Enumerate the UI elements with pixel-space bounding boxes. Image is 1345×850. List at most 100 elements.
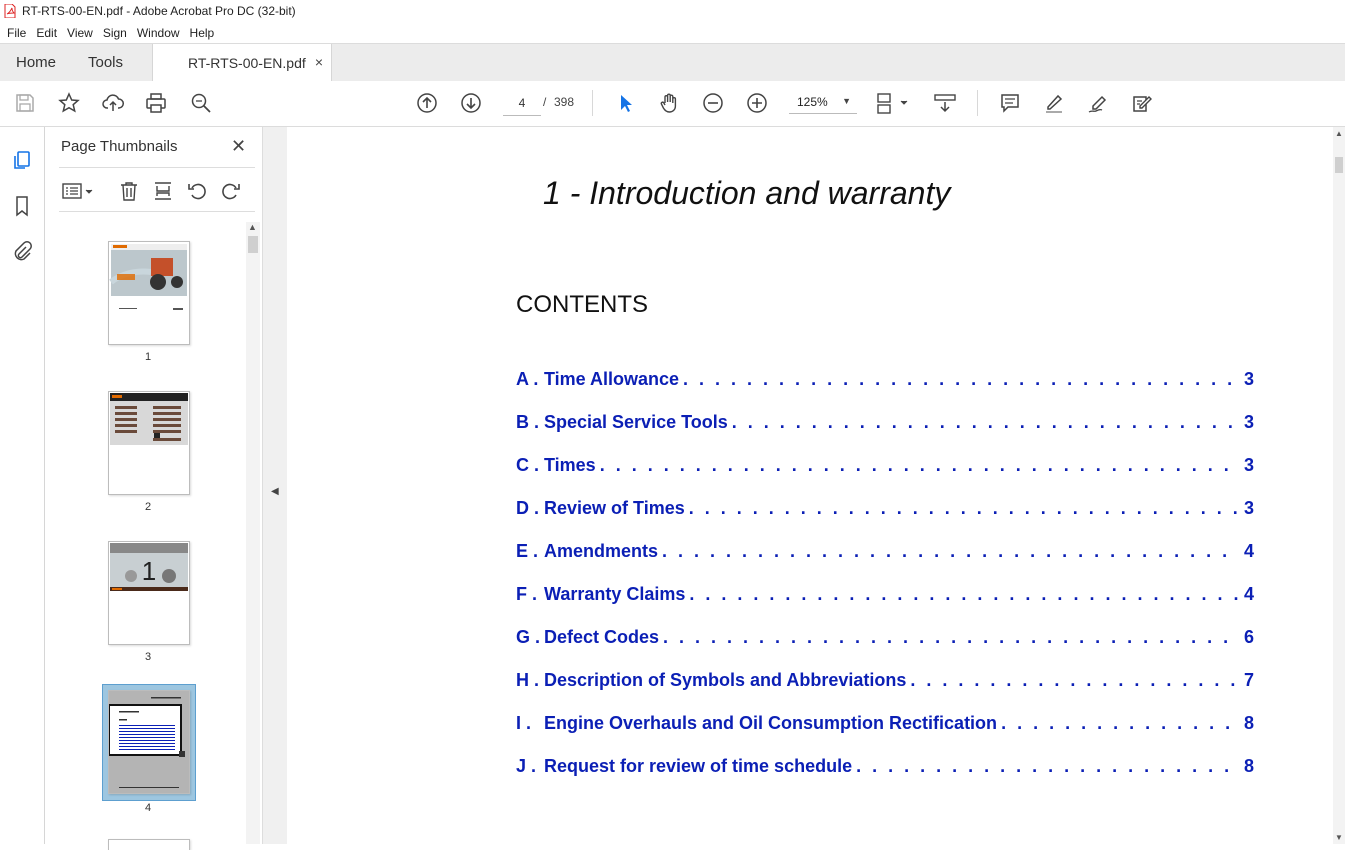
toc-letter: F . xyxy=(516,584,537,604)
page-display-icon[interactable] xyxy=(875,91,911,115)
tab-document-label: RT-RTS-00-EN.pdf xyxy=(188,55,306,71)
menu-help[interactable]: Help xyxy=(190,26,215,40)
toc-entry[interactable]: G . Defect Codes . . . . . . . . . . . .… xyxy=(516,624,1254,648)
bookmark-star-icon[interactable] xyxy=(57,91,81,115)
scroll-up-icon[interactable]: ▲ xyxy=(1335,129,1343,138)
toc-entry[interactable]: J . Request for review of time schedule … xyxy=(516,753,1254,777)
toc-title: Engine Overhauls and Oil Consumption Rec… xyxy=(544,713,998,733)
page-thumbnail[interactable] xyxy=(108,241,190,345)
toc-letter: A . xyxy=(516,369,539,389)
scroll-icon[interactable] xyxy=(933,91,957,115)
options-menu-icon[interactable] xyxy=(61,179,95,203)
select-cursor-icon[interactable] xyxy=(613,91,637,115)
toc-page: 4 xyxy=(1243,584,1254,604)
sign-icon[interactable] xyxy=(1086,91,1110,115)
collapse-panel-icon[interactable]: ◀ xyxy=(271,486,279,497)
comment-icon[interactable] xyxy=(998,91,1022,115)
toc-entry[interactable]: B . Special Service Tools . . . . . . . … xyxy=(516,409,1254,433)
toc-entry[interactable]: F . Warranty Claims . . . . . . . . . . … xyxy=(516,581,1254,605)
toc-leader: . . . . . . . . . . . . . . . . . . . . … xyxy=(662,541,1238,561)
scrollbar-thumb[interactable] xyxy=(248,236,258,253)
menu-sign[interactable]: Sign xyxy=(103,26,127,40)
page-thumbnails-icon[interactable] xyxy=(10,148,34,172)
hand-icon[interactable] xyxy=(657,91,681,115)
zoom-select[interactable]: 125% ▼ xyxy=(789,91,857,114)
toc-leader: . . . . . . . . . . . . . . . . . . . . … xyxy=(599,455,1238,475)
tab-document[interactable]: RT-RTS-00-EN.pdf × xyxy=(152,44,332,82)
menu-edit[interactable]: Edit xyxy=(36,26,57,40)
scrollbar-thumb[interactable] xyxy=(1335,157,1343,173)
page-thumbnail-current[interactable] xyxy=(108,690,190,794)
toc-entry[interactable]: E . Amendments . . . . . . . . . . . . .… xyxy=(516,538,1254,562)
toc-letter: D . xyxy=(516,498,540,518)
toc-leader: . . . . . . . . . . . . . . . . . . . . … xyxy=(856,756,1238,776)
toc-entry[interactable]: C . Times . . . . . . . . . . . . . . . … xyxy=(516,452,1254,476)
attachment-icon[interactable] xyxy=(10,239,34,263)
bookmark-icon[interactable] xyxy=(10,194,34,218)
thumbnail-scrollbar[interactable]: ▲ xyxy=(246,222,260,844)
page-thumbnail[interactable] xyxy=(108,839,190,850)
toc-letter: B . xyxy=(516,412,540,432)
document-page: 1 - Introduction and warranty CONTENTS A… xyxy=(287,127,1333,844)
search-zoom-icon[interactable] xyxy=(189,91,213,115)
rotate-right-icon[interactable] xyxy=(219,179,243,203)
toolbar xyxy=(0,81,1345,127)
toc-title: Review of Times xyxy=(544,498,685,518)
tab-home[interactable]: Home xyxy=(16,44,56,81)
toc-entry[interactable]: I . Engine Overhauls and Oil Consumption… xyxy=(516,710,1254,734)
tab-bar: Home Tools RT-RTS-00-EN.pdf × xyxy=(0,43,1345,82)
close-icon[interactable]: ✕ xyxy=(231,136,246,157)
zoom-out-icon[interactable] xyxy=(701,91,725,115)
print-icon[interactable] xyxy=(144,91,168,115)
tab-close-icon[interactable]: × xyxy=(315,54,323,70)
page-number-input[interactable] xyxy=(503,91,541,116)
upload-icon[interactable] xyxy=(101,91,125,115)
menu-view[interactable]: View xyxy=(67,26,93,40)
prev-page-icon[interactable] xyxy=(415,91,439,115)
zoom-value: 125% xyxy=(797,95,828,109)
toc-entry[interactable]: D . Review of Times . . . . . . . . . . … xyxy=(516,495,1254,519)
save-icon[interactable] xyxy=(13,91,37,115)
toc-leader: . . . . . . . . . . . . . . . . . . . . … xyxy=(1001,713,1238,733)
document-scrollbar[interactable]: ▲ ▼ xyxy=(1333,127,1345,844)
menu-bar: File Edit View Sign Window Help xyxy=(0,22,1345,43)
highlight-icon[interactable] xyxy=(1042,91,1066,115)
zoom-in-icon[interactable] xyxy=(745,91,769,115)
toc-page: 3 xyxy=(1243,498,1254,518)
toc-entry[interactable]: H . Description of Symbols and Abbreviat… xyxy=(516,667,1254,691)
divider xyxy=(59,167,255,168)
toc-title: Times xyxy=(544,455,596,475)
toc-leader: . . . . . . . . . . . . . . . . . . . . … xyxy=(683,369,1238,389)
thumbnail-image: 1 xyxy=(110,543,188,591)
toc-leader: . . . . . . . . . . . . . . . . . . . . … xyxy=(731,412,1238,432)
delete-icon[interactable] xyxy=(117,179,141,203)
toc-title: Description of Symbols and Abbreviations xyxy=(544,670,907,690)
toc-page: 3 xyxy=(1243,455,1254,475)
scroll-up-icon[interactable]: ▲ xyxy=(248,222,257,232)
page-thumbnail[interactable] xyxy=(108,391,190,495)
panel-splitter[interactable]: ◀ xyxy=(262,127,288,844)
toc-entry[interactable]: A . Time Allowance . . . . . . . . . . .… xyxy=(516,366,1254,390)
page-thumbnail[interactable]: 1 xyxy=(108,541,190,645)
panel-title: Page Thumbnails xyxy=(61,138,178,155)
toc-letter: E . xyxy=(516,541,539,561)
toc-letter: I . xyxy=(516,713,532,733)
rotate-left-icon[interactable] xyxy=(185,179,209,203)
thumbnail-number: 4 xyxy=(144,802,152,814)
toc-leader: . . . . . . . . . . . . . . . . . . . . … xyxy=(689,584,1238,604)
chevron-down-icon: ▼ xyxy=(842,96,851,106)
toc-title: Amendments xyxy=(544,541,659,561)
edit-icon[interactable] xyxy=(1130,91,1154,115)
thumbnail-number: 1 xyxy=(144,351,152,363)
toc-leader: . . . . . . . . . . . . . . . . . . . . … xyxy=(688,498,1238,518)
menu-window[interactable]: Window xyxy=(137,26,180,40)
tab-tools[interactable]: Tools xyxy=(88,44,123,81)
scroll-down-icon[interactable]: ▼ xyxy=(1335,833,1343,842)
next-page-icon[interactable] xyxy=(459,91,483,115)
total-pages: 398 xyxy=(554,95,575,109)
extract-icon[interactable] xyxy=(151,179,175,203)
toc-page: 8 xyxy=(1243,756,1254,776)
thumbnail-chapter-number: 1 xyxy=(142,556,156,586)
menu-file[interactable]: File xyxy=(7,26,26,40)
toc-title: Request for review of time schedule xyxy=(544,756,853,776)
